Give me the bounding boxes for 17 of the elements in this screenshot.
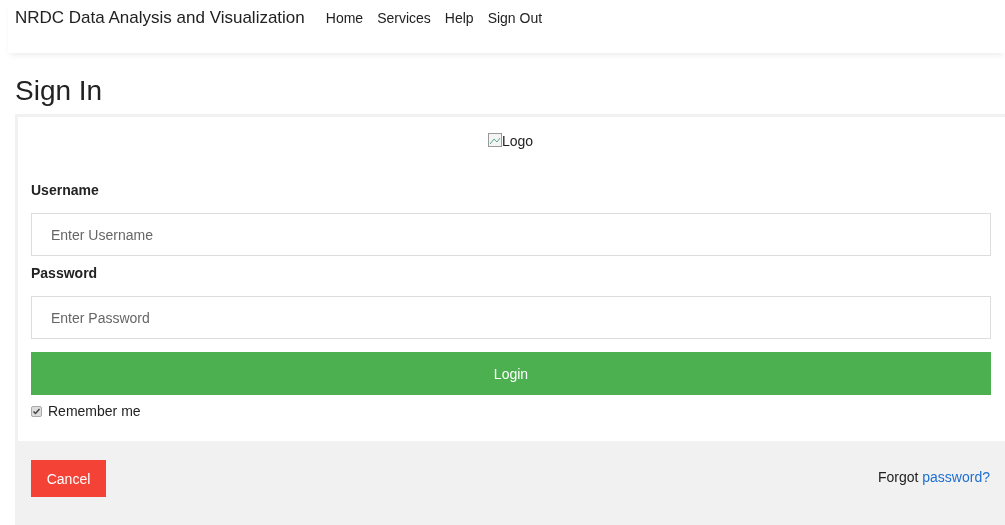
broken-image-icon	[487, 133, 502, 147]
nav-link[interactable]: Sign Out	[487, 10, 543, 26]
input-field[interactable]: Enter Username	[31, 213, 991, 256]
cancel-button[interactable]: Cancel	[31, 460, 106, 497]
forgot-password-text: Forgot password?	[877, 468, 990, 485]
field-label: Password	[31, 265, 99, 281]
input-field[interactable]: Enter Password	[31, 296, 991, 339]
nav-link[interactable]: Help	[444, 10, 474, 26]
forgot-password-link[interactable]: password?	[922, 468, 990, 485]
remember-label: Remember me	[48, 403, 141, 419]
remember-checkbox[interactable]	[31, 405, 42, 417]
nav-link[interactable]: Services	[377, 10, 431, 26]
field-label: Username	[31, 182, 100, 198]
nav-link[interactable]: Home	[325, 10, 364, 26]
brand-title[interactable]: NRDC Data Analysis and Visualization	[15, 8, 305, 28]
broken-image-logo: Logo	[487, 133, 534, 149]
page-title: Sign In	[15, 74, 104, 108]
